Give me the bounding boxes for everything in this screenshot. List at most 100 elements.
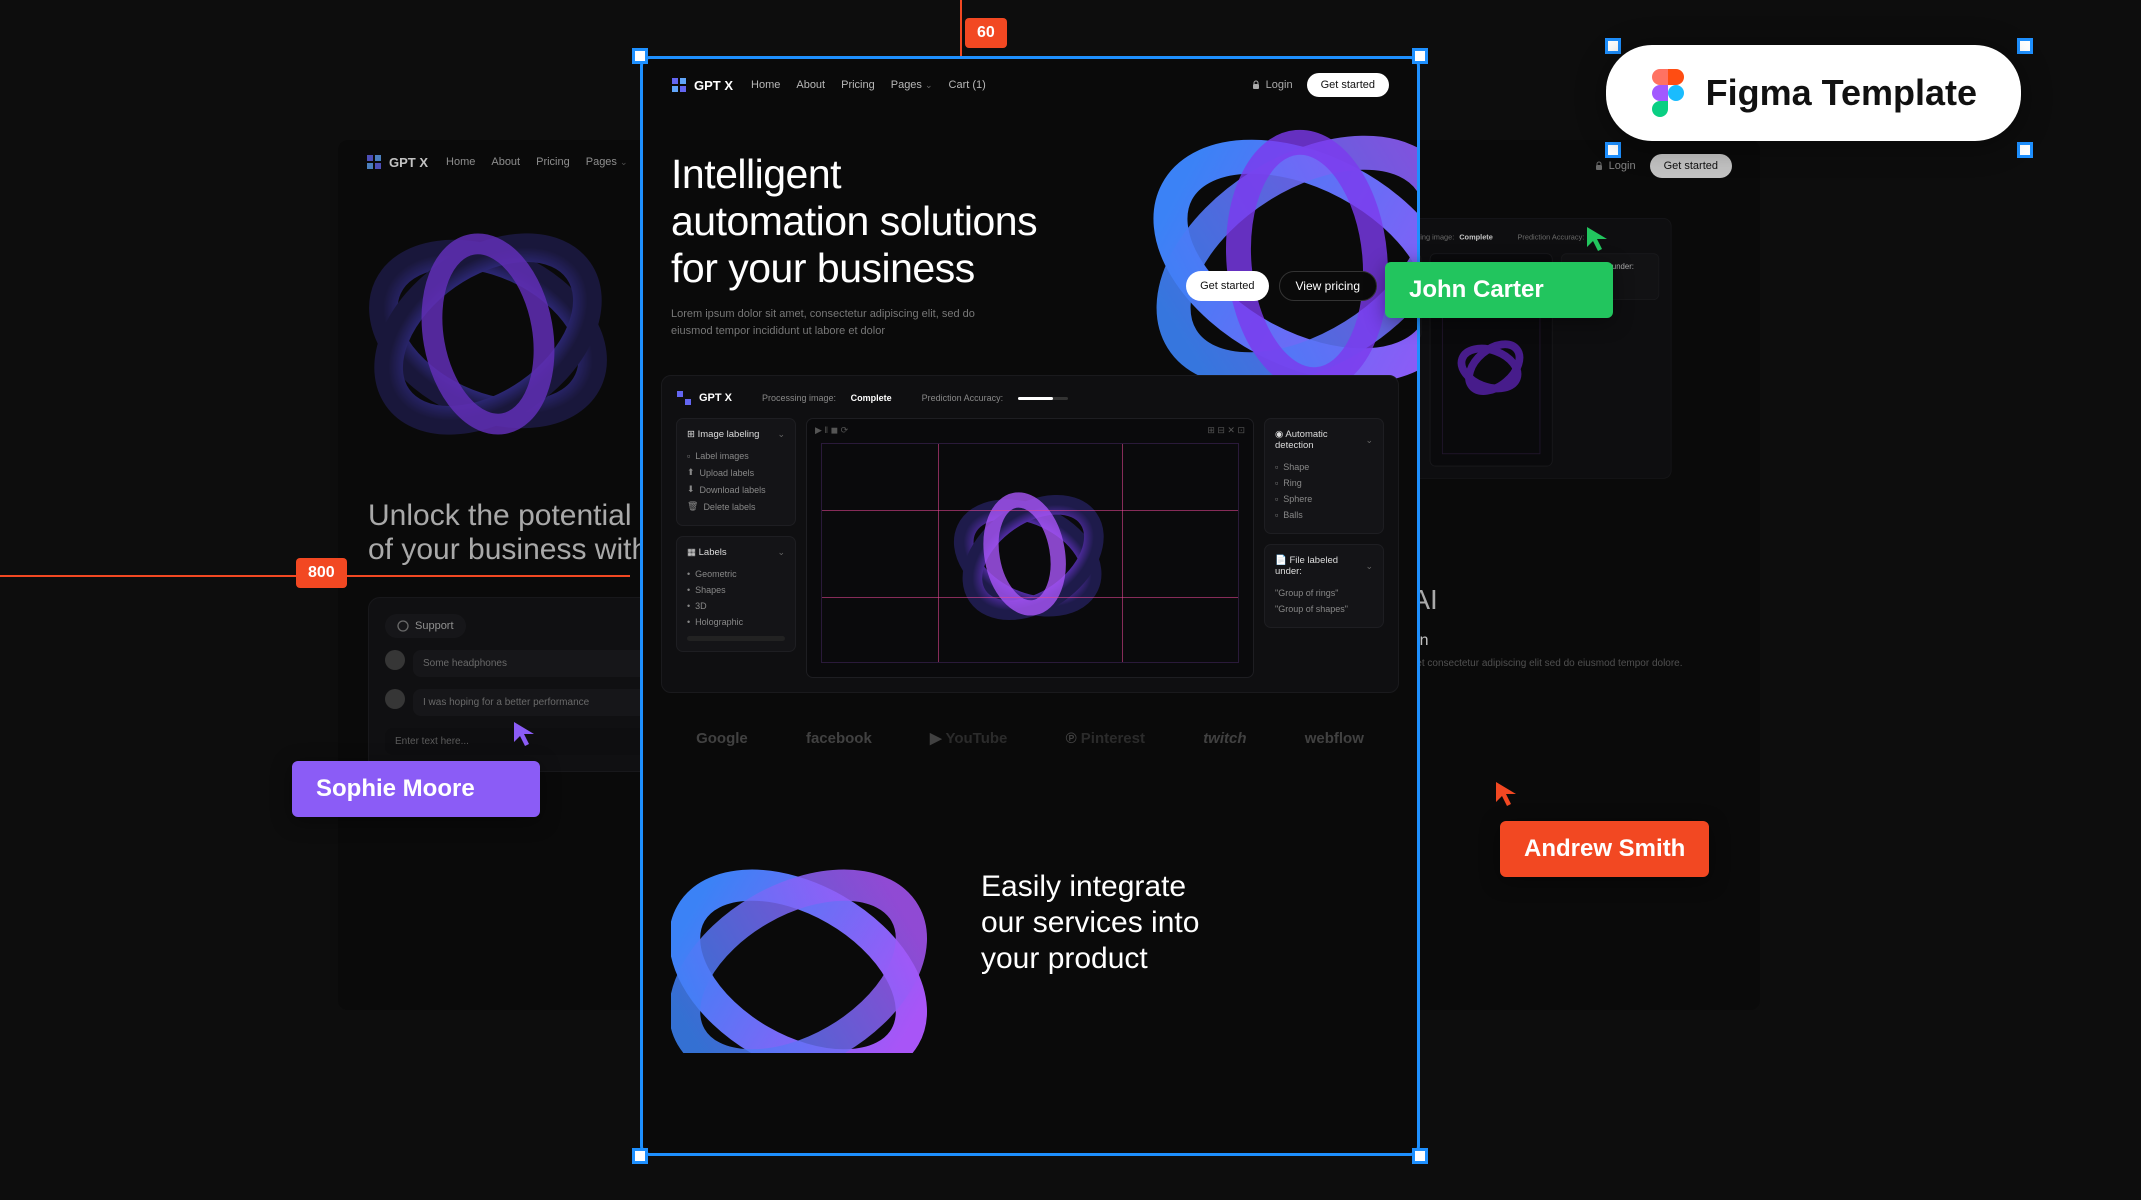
hero-orb-graphic <box>358 204 618 464</box>
figma-logo-icon <box>1650 69 1686 117</box>
brand-logo: GPT X <box>676 390 732 406</box>
list-item[interactable]: ▫ Balls <box>1275 507 1373 523</box>
collaborator-cursor-sophie: Sophie Moore <box>292 720 540 817</box>
selection-handle[interactable] <box>2017 38 2033 54</box>
image-labeling-panel: ⊞ Image labeling⌄ ▫ Label images ⬆ Uploa… <box>676 418 796 526</box>
partner-logo: Google <box>696 730 748 747</box>
panel-title: File labeled under: <box>1275 555 1338 577</box>
brand-logo[interactable]: GPT X <box>366 154 428 170</box>
list-item[interactable]: ⬇ Download labels <box>687 481 785 498</box>
list-item[interactable]: ⬆ Upload labels <box>687 464 785 481</box>
selection-handle[interactable] <box>1412 48 1428 64</box>
avatar <box>385 650 405 670</box>
selection-handle[interactable] <box>632 1148 648 1164</box>
logo-icon <box>676 390 692 406</box>
nav-pricing[interactable]: Pricing <box>536 156 570 168</box>
list-item[interactable]: 🗑 Delete labels <box>687 498 785 515</box>
headset-icon <box>397 620 409 632</box>
lock-icon <box>1251 80 1261 90</box>
playback-controls[interactable]: ▶ ‖ ◼ ⟳ <box>815 425 848 436</box>
avatar <box>385 689 405 709</box>
brand-name: GPT X <box>389 155 428 170</box>
logo-icon <box>366 154 382 170</box>
integrate-section: Easily integrate our services into your … <box>643 783 1417 1063</box>
nav-about[interactable]: About <box>491 156 520 168</box>
hero-section: Intelligent automation solutions for you… <box>643 111 1417 349</box>
list-item[interactable]: ▫ Shape <box>1275 459 1373 475</box>
panel-title: Labels <box>699 547 727 558</box>
list-item[interactable]: ▫ Label images <box>687 448 785 464</box>
login-label: Login <box>1266 79 1293 91</box>
list-item[interactable]: • 3D <box>687 598 785 614</box>
figma-template-badge[interactable]: Figma Template <box>1606 45 2021 141</box>
selection-handle[interactable] <box>1605 38 1621 54</box>
partner-logo: ℗ Pinterest <box>1066 730 1145 747</box>
panel-title: Automatic detection <box>1275 429 1328 451</box>
orb-preview <box>822 444 1238 662</box>
figma-template-label: Figma Template <box>1706 72 1977 114</box>
partner-logo: webflow <box>1305 730 1364 747</box>
brand-name: GPT X <box>694 78 733 93</box>
nav-home[interactable]: Home <box>751 79 780 91</box>
viewer-canvas[interactable] <box>821 443 1239 663</box>
selection-handle[interactable] <box>632 48 648 64</box>
collaborator-name: Sophie Moore <box>292 761 540 817</box>
get-started-button[interactable]: Get started <box>1650 154 1732 178</box>
hero-view-pricing-button[interactable]: View pricing <box>1279 271 1377 301</box>
partner-logo: ▶ YouTube <box>930 729 1007 747</box>
list-item[interactable]: • Holographic <box>687 614 785 630</box>
selection-handle[interactable] <box>2017 142 2033 158</box>
cursor-pointer-icon <box>1494 780 1522 808</box>
labels-panel: ▦ Labels⌄ • Geometric • Shapes • 3D • Ho… <box>676 536 796 652</box>
selection-handle[interactable] <box>1605 142 1621 158</box>
cursor-pointer-icon <box>512 720 540 748</box>
login-link[interactable]: Login <box>1251 79 1293 91</box>
list-item[interactable]: ▫ Sphere <box>1275 491 1373 507</box>
figma-measure-line-vertical <box>960 0 962 56</box>
list-item[interactable]: ▫ Ring <box>1275 475 1373 491</box>
login-link[interactable]: Login <box>1594 160 1636 172</box>
nav-about[interactable]: About <box>796 79 825 91</box>
nav-pricing[interactable]: Pricing <box>841 79 875 91</box>
accuracy-status: Prediction Accuracy: <box>922 393 1068 403</box>
logo-icon <box>671 77 687 93</box>
list-item[interactable]: • Shapes <box>687 582 785 598</box>
design-frame-main[interactable]: GPT X Home About Pricing Pages ⌄ Cart (1… <box>640 56 1420 1156</box>
list-item[interactable]: • Geometric <box>687 566 785 582</box>
dashboard-mockup: GPT X Processing image: Complete Predict… <box>661 375 1399 693</box>
lock-icon <box>1594 161 1604 171</box>
hero-subtitle: Lorem ipsum dolor sit amet, consectetur … <box>671 306 991 339</box>
figma-measure-left: 800 <box>296 558 347 588</box>
section-heading: Easily integrate our services into your … <box>981 869 1389 977</box>
nav-cart[interactable]: Cart (1) <box>949 79 986 91</box>
viewer-toolbar: ▶ ‖ ◼ ⟳ ⊞ ⊟ ✕ ⊡ <box>807 419 1253 442</box>
figma-measure-top: 60 <box>965 18 1007 48</box>
partner-logo: facebook <box>806 730 872 747</box>
brand-logo[interactable]: GPT X <box>671 77 733 93</box>
get-started-button[interactable]: Get started <box>1307 73 1389 97</box>
login-label: Login <box>1609 160 1636 172</box>
brand-name: GPT X <box>699 392 732 404</box>
collaborator-cursor-andrew: Andrew Smith <box>1500 780 1709 877</box>
collaborator-name: John Carter <box>1385 262 1613 318</box>
section-orb-graphic <box>671 793 951 1053</box>
file-labeled-panel: 📄 File labeled under:⌄ "Group of rings" … <box>1264 544 1384 628</box>
hero-get-started-button[interactable]: Get started <box>1186 271 1268 301</box>
top-nav: GPT X Home About Pricing Pages ⌄ Cart (1… <box>643 59 1417 111</box>
detection-panel: ◉ Automatic detection⌄ ▫ Shape ▫ Ring ▫ … <box>1264 418 1384 534</box>
processing-status: Processing image: Complete <box>762 393 892 403</box>
partner-logos-row: Google facebook ▶ YouTube ℗ Pinterest tw… <box>643 693 1417 783</box>
selection-handle[interactable] <box>1412 1148 1428 1164</box>
list-item: "Group of shapes" <box>1275 601 1373 617</box>
window-controls[interactable]: ⊞ ⊟ ✕ ⊡ <box>1207 425 1245 436</box>
nav-home[interactable]: Home <box>446 156 475 168</box>
panel-title: Image labeling <box>698 429 760 440</box>
nav-pages[interactable]: Pages ⌄ <box>891 79 933 91</box>
cursor-pointer-icon <box>1585 225 1613 253</box>
support-pill[interactable]: Support <box>385 614 466 638</box>
support-label: Support <box>415 620 454 632</box>
partner-logo: twitch <box>1203 730 1246 747</box>
nav-pages[interactable]: Pages ⌄ <box>586 156 628 168</box>
image-viewer[interactable]: ▶ ‖ ◼ ⟳ ⊞ ⊟ ✕ ⊡ <box>806 418 1254 678</box>
list-item: "Group of rings" <box>1275 585 1373 601</box>
